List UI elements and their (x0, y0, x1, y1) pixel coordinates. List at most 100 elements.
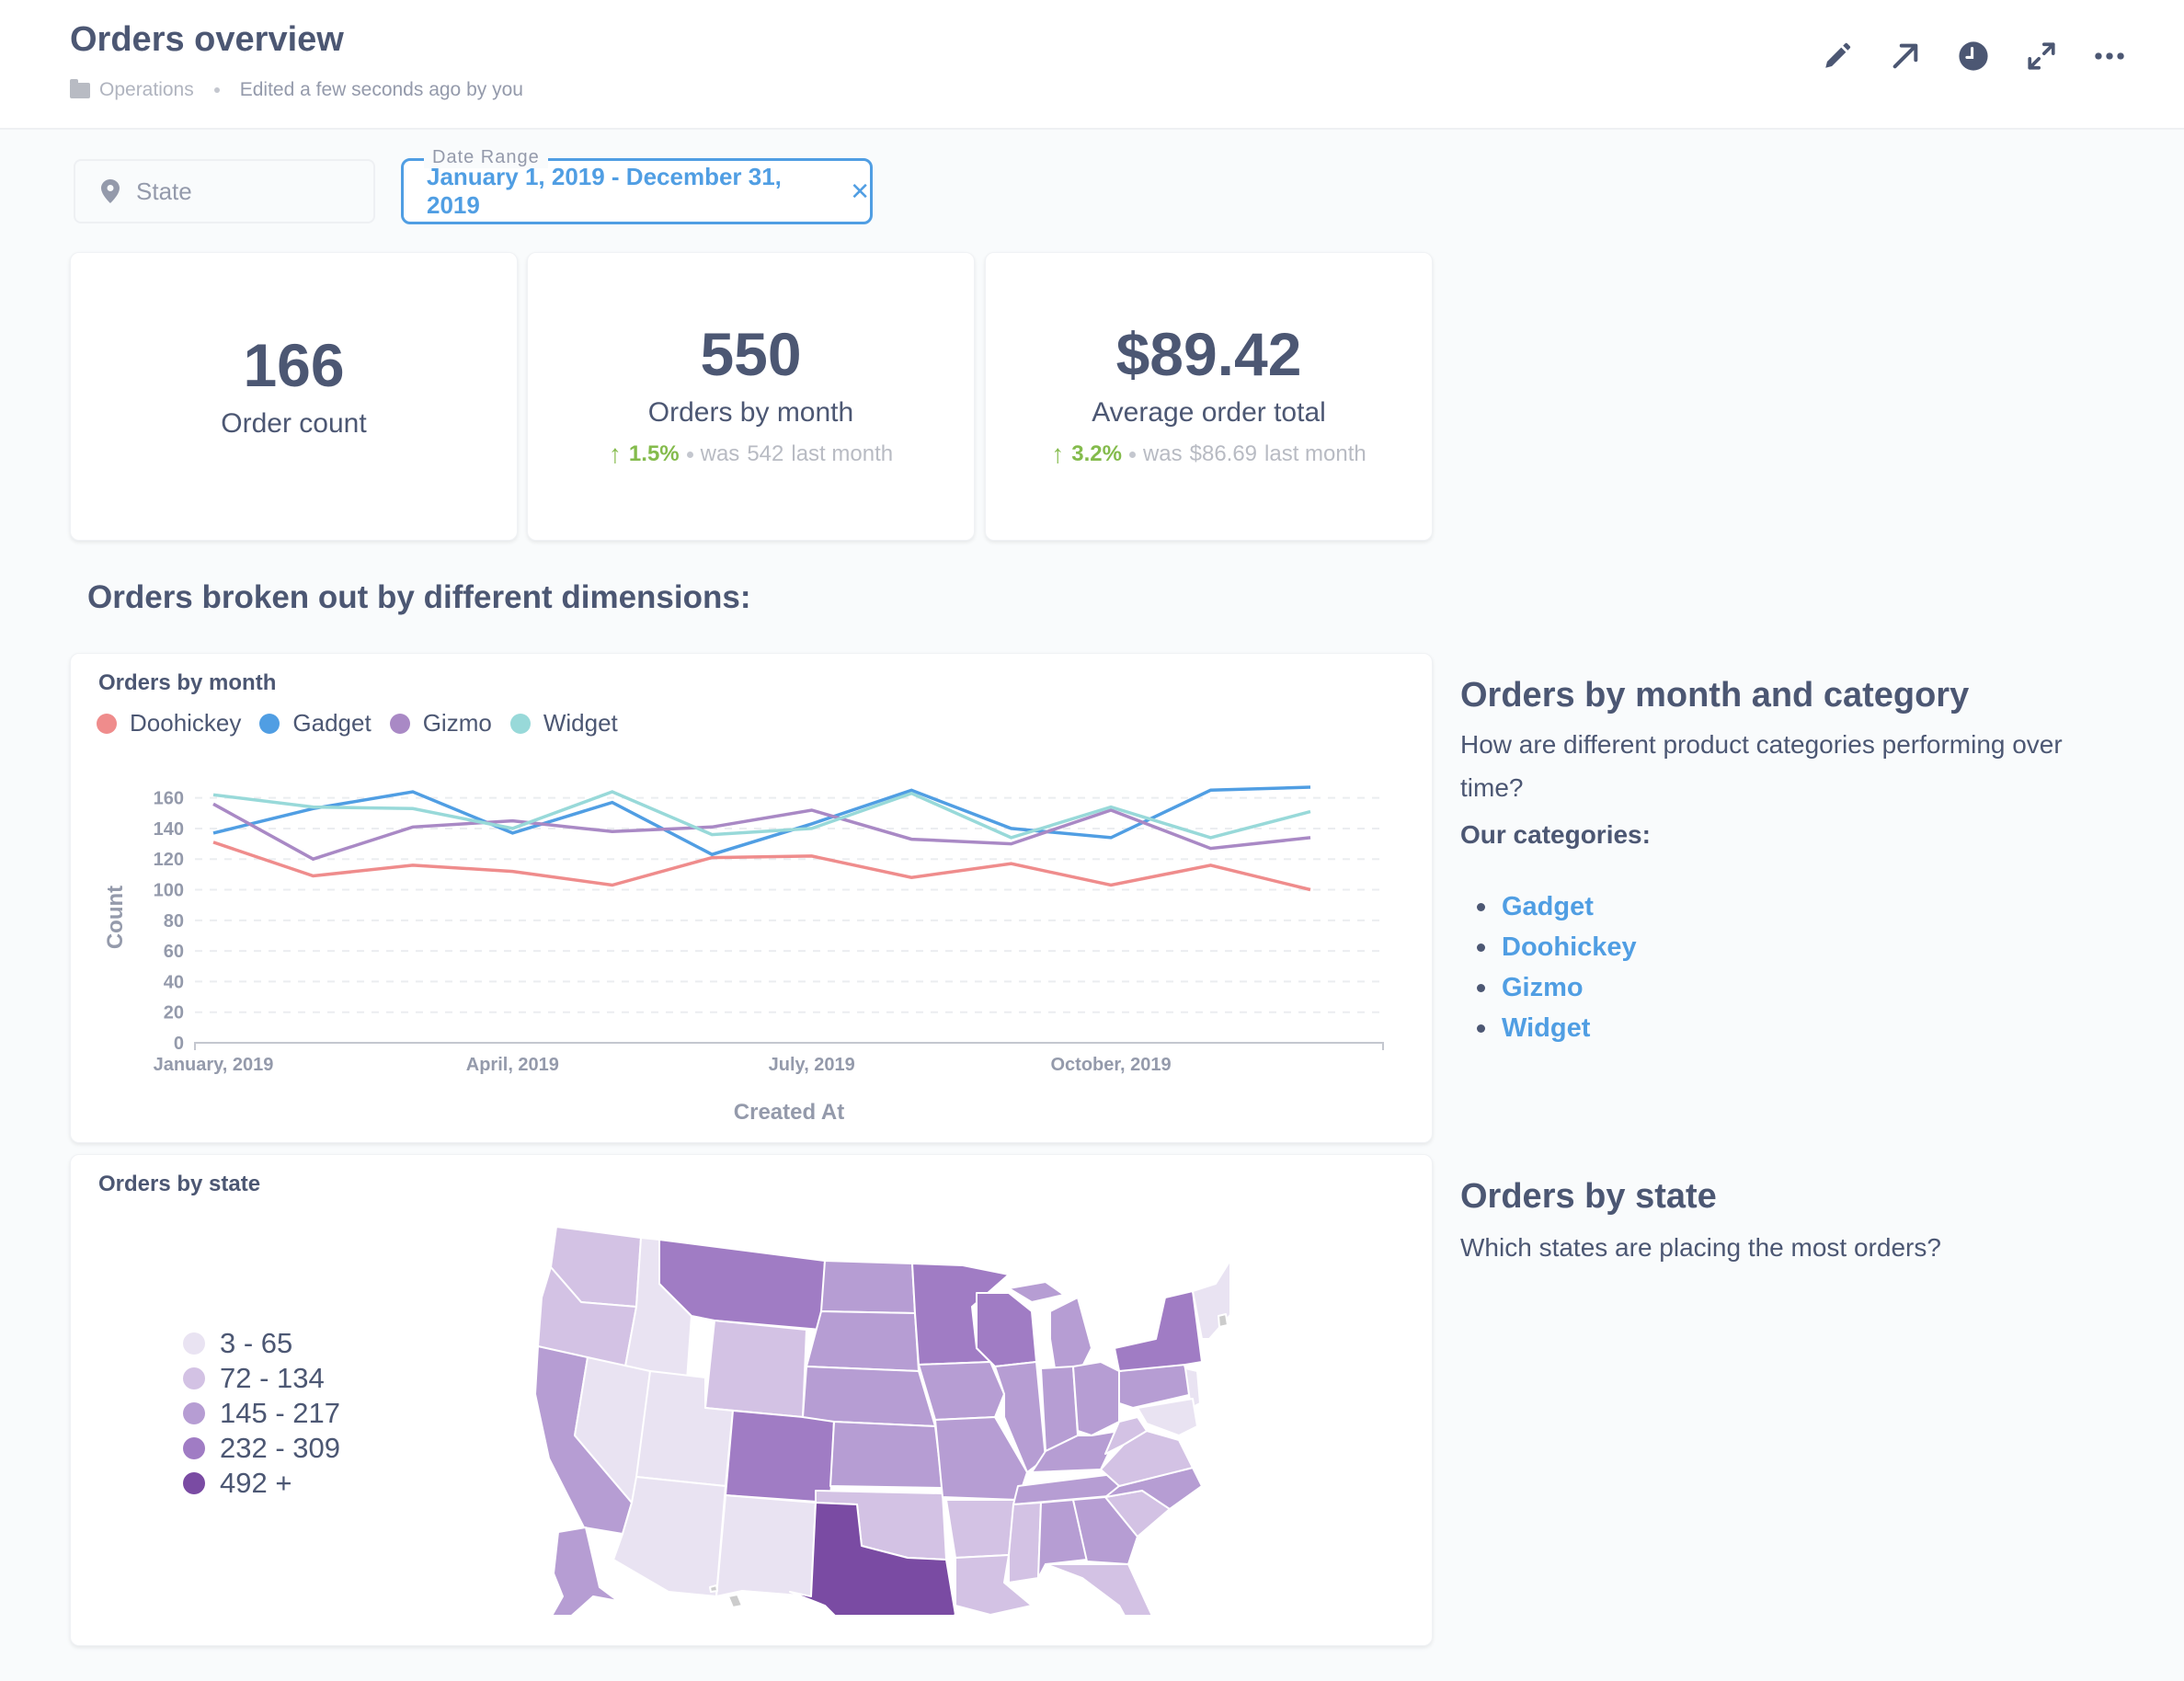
state-florida[interactable] (1045, 1563, 1165, 1615)
data-point-widget[interactable] (1006, 832, 1017, 843)
kpi-comparison: ↑ 3.2% was $86.69 last month (1051, 440, 1366, 469)
category-link-gadget[interactable]: Gadget (1502, 886, 1594, 927)
data-point-gizmo[interactable] (607, 826, 618, 837)
y-tick-label: 60 (164, 942, 184, 962)
kpi-previous-value: 542 (747, 441, 784, 466)
share-button[interactable] (1890, 40, 1921, 72)
state-mississippi[interactable] (1008, 1502, 1042, 1584)
state-kansas[interactable] (829, 1421, 943, 1489)
kpi-value: $89.42 (1115, 320, 1302, 388)
data-point-gizmo[interactable] (407, 821, 418, 832)
data-point-widget[interactable] (507, 823, 518, 834)
data-point-gadget[interactable] (1105, 832, 1116, 843)
category-link-doohickey[interactable]: Doohickey (1502, 927, 1637, 967)
data-point-doohickey[interactable] (607, 880, 618, 891)
data-point-widget[interactable] (307, 802, 318, 813)
data-point-widget[interactable] (906, 788, 917, 799)
header-actions (1822, 40, 2125, 72)
revision-history-button[interactable] (1958, 40, 1989, 72)
data-point-widget[interactable] (1305, 806, 1316, 818)
clear-filter-icon[interactable]: ✕ (850, 177, 870, 206)
state-colorado[interactable] (725, 1410, 835, 1504)
more-options-button[interactable] (2094, 40, 2125, 72)
legend-label: Doohickey (130, 709, 242, 737)
legend-range-label: 72 - 134 (220, 1362, 325, 1394)
data-point-gizmo[interactable] (1305, 832, 1316, 843)
state-text-card: Orders by state Which states are placing… (1460, 1177, 2104, 1269)
orders-by-month-card[interactable]: 550 Orders by month ↑ 1.5% was 542 last … (527, 252, 975, 541)
state-new-york[interactable] (1114, 1290, 1203, 1372)
data-point-doohickey[interactable] (307, 871, 318, 882)
legend-swatch (183, 1472, 205, 1494)
state-nebraska[interactable] (802, 1366, 936, 1427)
data-point-gadget[interactable] (1305, 782, 1316, 793)
data-point-gizmo[interactable] (1206, 843, 1217, 854)
data-point-doohickey[interactable] (507, 866, 518, 877)
data-point-gizmo[interactable] (806, 805, 818, 816)
average-order-total-card[interactable]: $89.42 Average order total ↑ 3.2% was $8… (985, 252, 1433, 541)
fullscreen-button[interactable] (2026, 40, 2057, 72)
data-point-doohickey[interactable] (806, 851, 818, 862)
legend-item-gadget[interactable]: Gadget (259, 709, 372, 738)
state-filter[interactable]: State (74, 159, 375, 223)
data-point-gadget[interactable] (706, 849, 717, 860)
state-new-mexico[interactable] (715, 1494, 817, 1597)
data-point-doohickey[interactable] (407, 860, 418, 871)
series-line-gadget[interactable] (212, 785, 1311, 857)
orders-by-state-card: Orders by state 3 - 65 72 - 134 145 - 217 2… (70, 1154, 1433, 1646)
category-link-widget[interactable]: Widget (1502, 1008, 1590, 1048)
y-tick-label: 160 (154, 789, 184, 809)
data-point-widget[interactable] (208, 789, 219, 800)
kpi-label[interactable]: Order count (221, 408, 366, 440)
us-choropleth-map[interactable] (531, 1210, 1229, 1615)
data-point-doohickey[interactable] (1206, 860, 1217, 871)
legend-item-widget[interactable]: Widget (509, 709, 618, 738)
data-point-doohickey[interactable] (1006, 858, 1017, 869)
data-point-doohickey[interactable] (1305, 885, 1316, 896)
legend-item-doohickey[interactable]: Doohickey (97, 709, 241, 738)
data-point-widget[interactable] (1105, 802, 1116, 813)
date-range-filter[interactable]: Date Range January 1, 2019 - December 31… (401, 147, 873, 224)
state-wisconsin[interactable] (976, 1292, 1037, 1367)
data-point-widget[interactable] (1206, 832, 1217, 843)
state-ohio[interactable] (1072, 1361, 1120, 1436)
kpi-label[interactable]: Average order total (1092, 397, 1326, 429)
data-point-widget[interactable] (607, 786, 618, 797)
data-point-gadget[interactable] (407, 786, 418, 797)
data-point-gizmo[interactable] (906, 834, 917, 845)
date-range-label: Date Range (424, 147, 548, 168)
edit-button[interactable] (1822, 40, 1853, 72)
data-point-gizmo[interactable] (307, 853, 318, 864)
location-pin-icon (101, 179, 120, 203)
y-tick-label: 20 (164, 1003, 184, 1023)
kpi-previous-value: $86.69 (1189, 441, 1258, 466)
dashboard-title[interactable]: Orders overview (70, 20, 344, 60)
category-link-gizmo[interactable]: Gizmo (1502, 967, 1584, 1008)
data-point-gadget[interactable] (1206, 784, 1217, 795)
edited-info[interactable]: Edited a few seconds ago by you (240, 79, 523, 101)
data-point-gadget[interactable] (208, 828, 219, 839)
collection-link[interactable]: Operations (99, 79, 194, 101)
chart-title[interactable]: Orders by month (98, 670, 276, 696)
x-axis-line (194, 1042, 1384, 1050)
data-point-widget[interactable] (407, 803, 418, 814)
data-point-doohickey[interactable] (906, 872, 917, 883)
state-rhode-island[interactable] (1218, 1313, 1229, 1328)
state-south-dakota[interactable] (806, 1310, 920, 1372)
order-count-card[interactable]: 166 Order count (70, 252, 518, 541)
arrow-up-icon: ↑ (608, 440, 622, 468)
kpi-label[interactable]: Orders by month (648, 397, 853, 429)
legend-item-gizmo[interactable]: Gizmo (389, 709, 492, 738)
series-line-doohickey[interactable] (212, 840, 1311, 892)
data-point-widget[interactable] (806, 823, 818, 834)
state-alaska[interactable] (547, 1527, 619, 1615)
map-title[interactable]: Orders by state (98, 1172, 260, 1197)
state-north-dakota[interactable] (820, 1260, 916, 1314)
state-arkansas[interactable] (945, 1499, 1019, 1559)
data-point-gadget[interactable] (607, 797, 618, 808)
date-range-value[interactable]: January 1, 2019 - December 31, 2019 (427, 163, 826, 220)
orders-by-month-chart-card: 0 20 40 60 80 100 120 140 160 January, 2019 April,… (70, 653, 1433, 1143)
state-wyoming[interactable] (704, 1320, 807, 1418)
data-point-widget[interactable] (706, 829, 717, 840)
data-point-doohickey[interactable] (1105, 880, 1116, 891)
